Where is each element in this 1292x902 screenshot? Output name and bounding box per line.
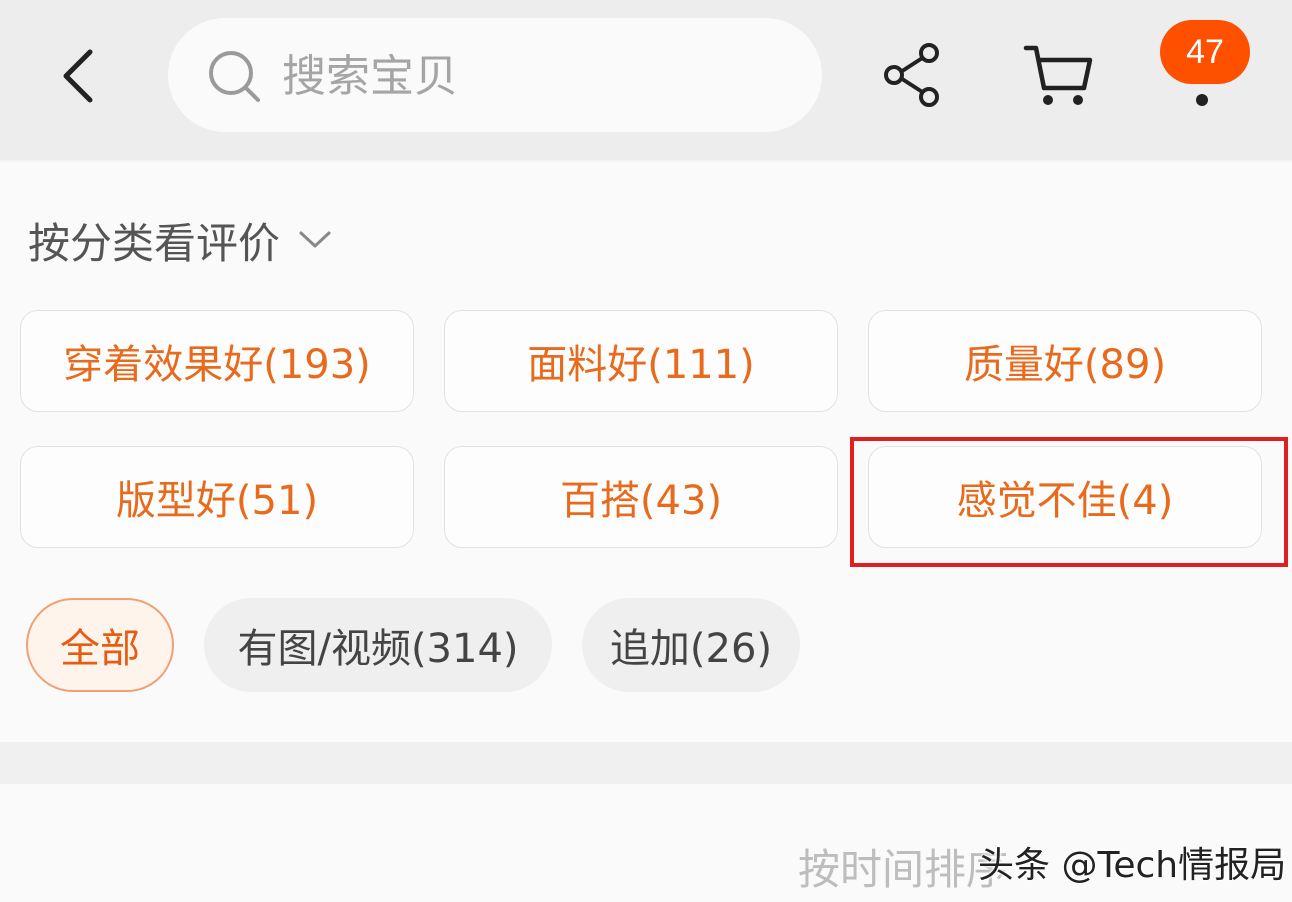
search-bar[interactable] — [168, 18, 822, 132]
review-tag[interactable]: 穿着效果好(193) — [20, 310, 414, 412]
review-tag[interactable]: 质量好(89) — [868, 310, 1262, 412]
section-divider — [0, 742, 1292, 784]
review-category-toggle[interactable]: 按分类看评价 — [28, 210, 332, 270]
review-tag[interactable]: 版型好(51) — [20, 446, 414, 548]
top-bar: 47 — [0, 0, 1292, 160]
search-input[interactable] — [280, 42, 784, 110]
share-button[interactable] — [880, 40, 944, 110]
review-tag[interactable]: 面料好(111) — [444, 310, 838, 412]
review-tag[interactable]: 百搭(43) — [444, 446, 838, 548]
review-tag-negative[interactable]: 感觉不佳(4) — [868, 446, 1262, 548]
cart-icon — [1023, 45, 1093, 105]
search-icon — [209, 51, 260, 102]
messages-button[interactable]: 47 — [1160, 16, 1256, 116]
filter-with-media[interactable]: 有图/视频(314) — [204, 598, 552, 692]
chevron-left-icon — [63, 49, 93, 103]
cart-button[interactable] — [1022, 40, 1096, 112]
sort-by-time[interactable]: 按时间排序 — [798, 836, 1008, 897]
watermark: 头条 @Tech情报局 — [978, 845, 1287, 886]
share-icon — [884, 43, 939, 107]
chevron-down-icon — [299, 231, 331, 248]
filter-all[interactable]: 全部 — [26, 598, 174, 692]
message-count-badge: 47 — [1160, 20, 1250, 84]
filter-follow-up[interactable]: 追加(26) — [582, 598, 800, 692]
back-button[interactable] — [50, 40, 110, 110]
menu-dot-icon — [1196, 94, 1208, 106]
section-title: 按分类看评价 — [28, 218, 281, 268]
